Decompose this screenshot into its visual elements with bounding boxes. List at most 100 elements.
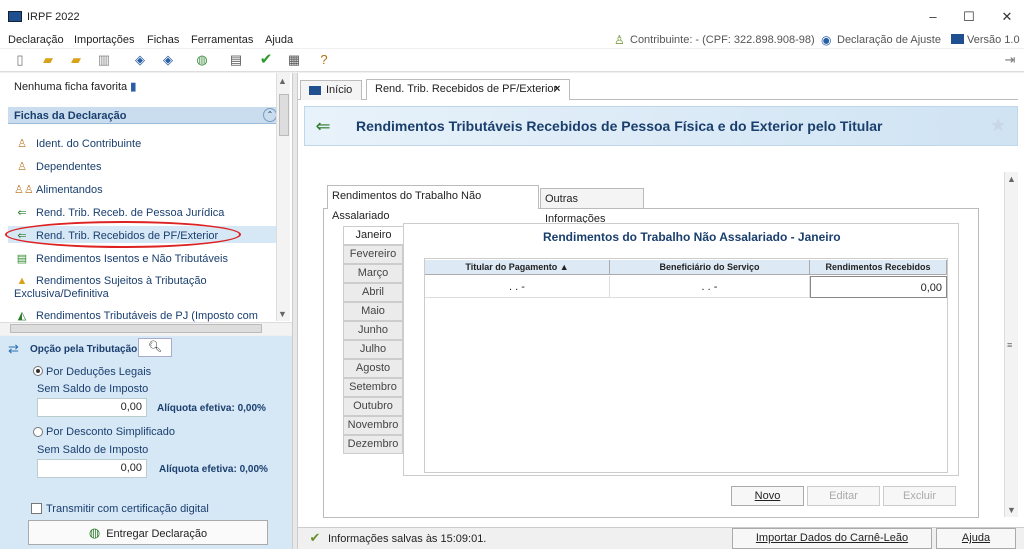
month-janeiro[interactable]: Janeiro	[343, 226, 403, 245]
month-outubro[interactable]: Outubro	[343, 397, 403, 416]
column-rendimentos-recebidos[interactable]: Rendimentos Recebidos	[810, 260, 947, 275]
deducoes-aliquota: Alíquota efetiva: 0,00%	[157, 403, 266, 414]
month-dezembro[interactable]: Dezembro	[343, 435, 403, 454]
simplificado-value: 0,00	[37, 459, 147, 478]
highlight-annotation	[5, 221, 241, 248]
column-beneficiario-servico[interactable]: Beneficiário do Serviço	[610, 260, 810, 275]
column-titular-pagamento[interactable]: Titular do Pagamento ▲	[425, 260, 610, 275]
exit-icon[interactable]: ⇥	[1002, 52, 1018, 68]
tab-inicio[interactable]: Início	[300, 80, 362, 100]
version-label: Versão 1.0	[967, 34, 1020, 46]
simplificado-label: Por Desconto Simplificado	[46, 426, 176, 438]
export-icon[interactable]: ◈	[160, 52, 176, 68]
dependents-icon: ♙	[17, 161, 27, 173]
importar-carne-leao-button[interactable]: Importar Dados do Carnê-Leão	[732, 528, 932, 549]
user-icon: ♙	[614, 33, 625, 47]
maximize-button[interactable]: ☐	[960, 9, 978, 25]
fichas-title: Fichas da Declaração	[14, 110, 127, 122]
simplificado-sub: Sem Saldo de Imposto	[37, 444, 149, 456]
ficha-rend-pj[interactable]: ⇐ Rend. Trib. Receb. de Pessoa Jurídica	[14, 206, 276, 220]
subtab-outras-informacoes[interactable]: Outras Informações	[540, 188, 644, 225]
month-julho[interactable]: Julho	[343, 340, 403, 359]
transmitir-checkbox[interactable]	[31, 503, 42, 514]
novo-button[interactable]: Novo	[731, 486, 804, 506]
toolbar	[0, 49, 1024, 72]
calculator-icon[interactable]: ▦	[286, 52, 302, 68]
ficha-rend-pj-exig[interactable]: ◭ Rendimentos Tributáveis de PJ (Imposto …	[14, 309, 276, 323]
cell-titular[interactable]: . . -	[425, 276, 610, 298]
month-maio[interactable]: Maio	[343, 302, 403, 321]
deducoes-label: Por Deduções Legais	[46, 366, 152, 378]
open-folder-icon[interactable]: ▰	[40, 52, 56, 68]
search-icon: 🔍︎	[148, 341, 162, 353]
transmitir-label: Transmitir com certificação digital	[46, 503, 209, 515]
menu-importacoes[interactable]: Importações	[74, 34, 135, 46]
scroll-grip-icon[interactable]: ≡	[1007, 340, 1012, 350]
contribuinte-label: Contribuinte: - (CPF: 322.898.908-98)	[630, 34, 815, 46]
app-icon	[8, 11, 22, 22]
search-button[interactable]: 🔍︎	[138, 338, 172, 357]
radio-simplificado[interactable]	[33, 427, 43, 437]
month-novembro[interactable]: Novembro	[343, 416, 403, 435]
ajuda-button[interactable]: Ajuda	[936, 528, 1016, 549]
month-setembro[interactable]: Setembro	[343, 378, 403, 397]
tab-rend-pf-exterior[interactable]: Rend. Trib. Recebidos de PF/Exterior	[366, 79, 570, 100]
editar-button[interactable]: Editar	[807, 486, 880, 506]
warning-icon: ▲	[16, 275, 28, 287]
menu-ajuda[interactable]: Ajuda	[265, 34, 293, 46]
cell-beneficiario[interactable]: . . -	[610, 276, 810, 298]
month-junho[interactable]: Junho	[343, 321, 403, 340]
excluir-button[interactable]: Excluir	[883, 486, 956, 506]
month-title: Rendimentos do Trabalho Não Assalariado …	[543, 230, 841, 244]
trash-icon[interactable]: ▥	[96, 52, 112, 68]
menu-fichas[interactable]: Fichas	[147, 34, 179, 46]
info-icon: ◉	[821, 33, 832, 47]
menu-declaracao[interactable]: Declaração	[8, 34, 64, 46]
scroll-up-icon[interactable]: ▲	[1007, 174, 1016, 184]
window-title: IRPF 2022	[27, 11, 80, 23]
close-button[interactable]: ✕	[998, 9, 1016, 25]
collapse-icon[interactable]: ⌃	[263, 108, 277, 122]
scroll-down-icon[interactable]: ▼	[1007, 505, 1016, 515]
money-in-icon: ⇐	[315, 116, 331, 136]
saved-check-icon: ✔	[309, 530, 321, 545]
help-book-icon[interactable]: ?	[316, 52, 332, 68]
menu-ferramentas[interactable]: Ferramentas	[191, 34, 253, 46]
group-icon: ♙♙	[14, 184, 34, 196]
declaracao-label: Declaração de Ajuste	[837, 34, 941, 46]
tab-close-icon[interactable]: ×	[554, 83, 560, 95]
scroll-up-icon[interactable]: ▲	[278, 76, 287, 86]
month-agosto[interactable]: Agosto	[343, 359, 403, 378]
simplificado-aliquota: Alíquota efetiva: 0,00%	[159, 464, 268, 475]
hscroll-thumb[interactable]	[10, 324, 262, 333]
month-marco[interactable]: Março	[343, 264, 403, 283]
chart-icon: ◭	[17, 310, 27, 322]
import-icon[interactable]: ◈	[132, 52, 148, 68]
globe-icon[interactable]: ◍	[194, 52, 210, 68]
swap-icon: ⇄	[8, 341, 19, 356]
check-icon[interactable]: ✔	[258, 52, 274, 68]
ficha-rend-exclusiva[interactable]: ▲ Rendimentos Sujeitos à Tributação Exclus…	[14, 274, 276, 300]
cell-rendimentos[interactable]: 0,00	[810, 276, 947, 298]
minimize-button[interactable]: –	[924, 9, 942, 25]
ficha-rend-isentos[interactable]: ▤ Rendimentos Isentos e Não Tributáveis	[14, 252, 276, 266]
ficha-ident-contribuinte[interactable]: ♙ Ident. do Contribuinte	[14, 137, 276, 151]
scroll-down-icon[interactable]: ▼	[278, 309, 287, 319]
radio-deducoes[interactable]	[33, 366, 43, 376]
title-bar	[0, 0, 1024, 34]
print-icon[interactable]: ▤	[228, 52, 244, 68]
favorite-star-icon[interactable]: ★	[990, 115, 1006, 136]
month-fevereiro[interactable]: Fevereiro	[343, 245, 403, 264]
globe-icon: ◍	[88, 525, 101, 540]
bookmark-icon: ▮	[130, 81, 137, 93]
save-status: Informações salvas às 15:09:01.	[328, 533, 487, 545]
new-file-icon[interactable]: ▯	[12, 52, 28, 68]
month-abril[interactable]: Abril	[343, 283, 403, 302]
ficha-dependentes[interactable]: ♙ Dependentes	[14, 160, 276, 174]
entregar-declaracao-button[interactable]: ◍ Entregar Declaração	[28, 520, 268, 545]
ficha-alimentandos[interactable]: ♙♙ Alimentandos	[14, 183, 276, 197]
scroll-thumb[interactable]	[279, 94, 289, 136]
folder-icon[interactable]: ▰	[68, 52, 84, 68]
subtab-trabalho-nao-assalariado[interactable]: Rendimentos do Trabalho Não Assalariado	[327, 185, 539, 222]
page-title: Rendimentos Tributáveis Recebidos de Pes…	[356, 118, 883, 134]
